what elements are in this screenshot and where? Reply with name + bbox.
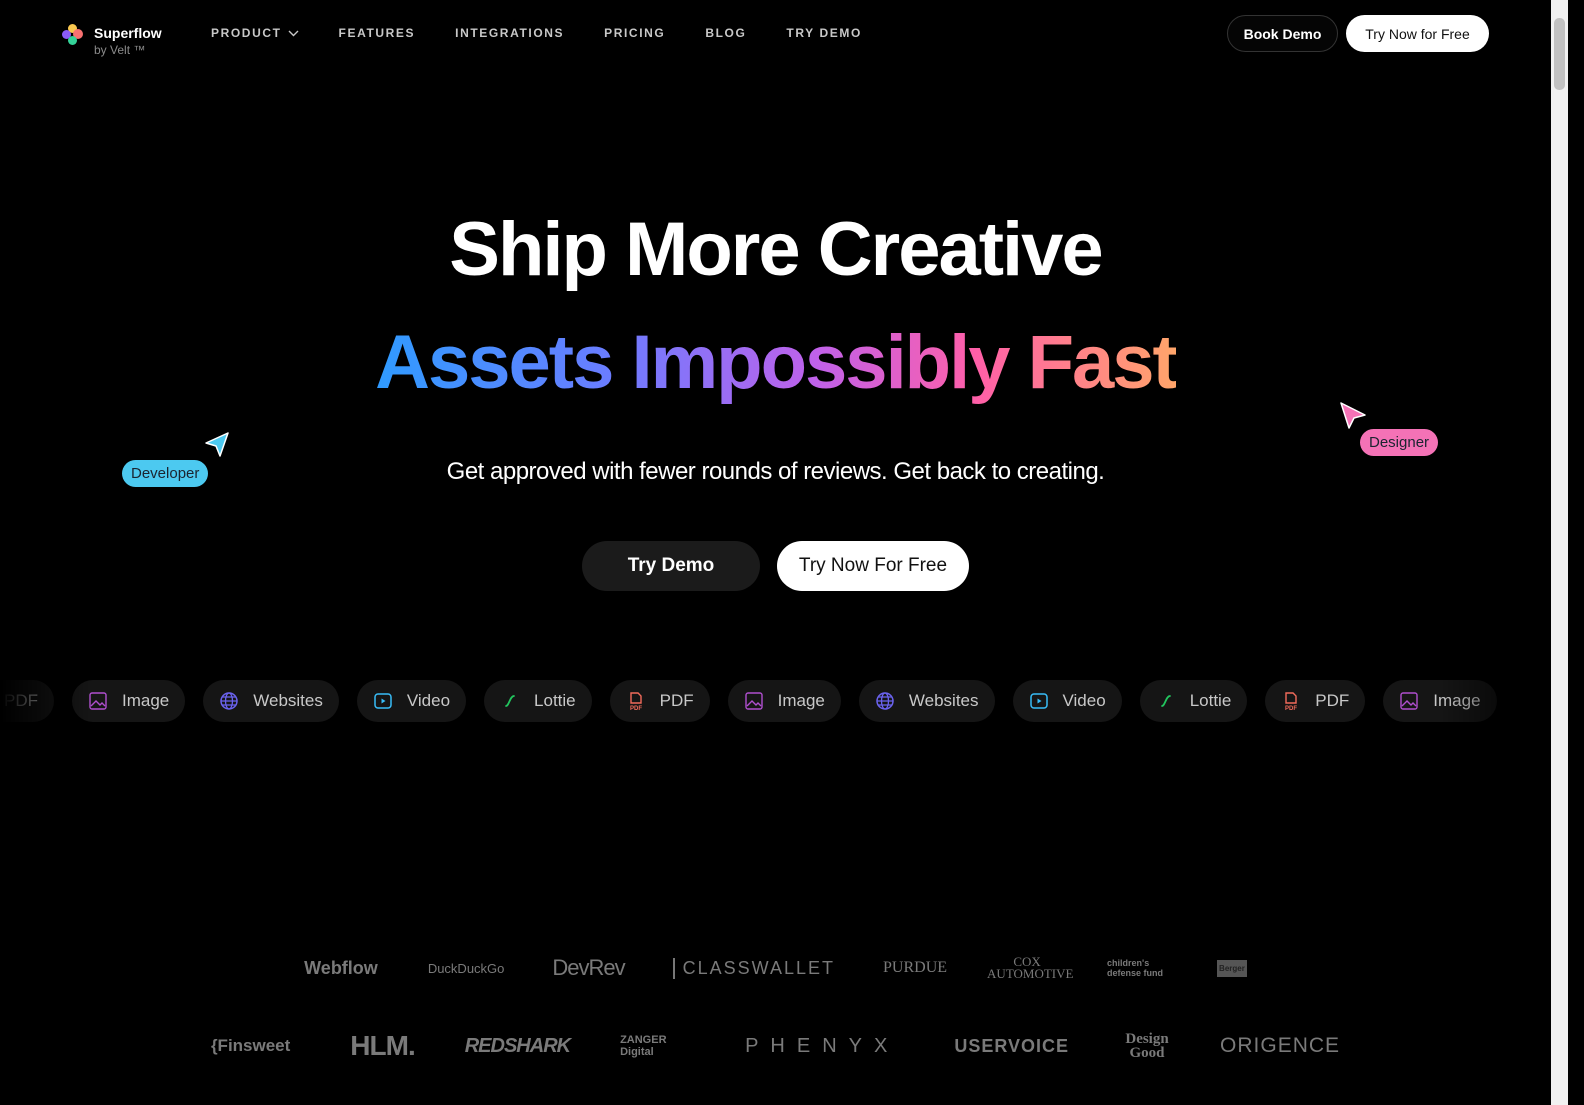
client-logo-children-s-defense-fund: children's defense fund [1107,958,1164,978]
designer-cursor-icon [1340,402,1366,429]
brand-logo[interactable]: Superflow by Velt ™ [62,24,162,58]
client-logo-classwallet: CLASSWALLET [672,957,835,979]
logos-row-1: Webflow DuckDuckGo DevRev CLASSWALLET PURDUE… [0,955,1551,981]
try-free-button[interactable]: Try Now for Free [1346,15,1489,52]
svg-text:PDF: PDF [1285,706,1297,711]
hero-title-line1: Ship More Creative [449,207,1103,292]
developer-cursor-icon [205,432,229,457]
book-demo-button[interactable]: Book Demo [1227,15,1338,52]
chevron-down-icon [288,30,299,36]
nav-product-label: PRODUCT [211,26,282,40]
lottie-icon [500,691,520,711]
chip-label: Video [406,691,451,710]
globe-icon [875,691,895,711]
asset-chip-pdf[interactable]: PDF PDF [609,680,710,722]
client-logo-redshark: REDSHARK [464,1034,571,1057]
asset-chip-lottie[interactable]: Lottie [484,680,592,722]
nav-integrations[interactable]: INTEGRATIONS [455,26,564,40]
main-menu: PRODUCT FEATURES INTEGRATIONS PRICING BL… [211,26,862,40]
chip-label: PDF [1315,691,1350,710]
brand-sub: by Velt ™ [94,43,146,57]
client-logo-zanger-digital: ZANGER Digital [620,1034,667,1058]
chip-label: Websites [253,691,323,710]
image-icon [1399,691,1419,711]
asset-chip-video[interactable]: Video [1012,680,1122,722]
client-logo-finsweet: {Finsweet [210,1036,291,1055]
nav-features[interactable]: FEATURES [339,26,416,40]
hero-title-gradient: Assets Impossibly Fast [375,320,1178,405]
page: Superflow by Velt ™ PRODUCT FEATURES INT… [0,0,1551,1105]
scrollbar-thumb[interactable] [1554,18,1565,90]
client-logo-berger: Berger [1217,959,1247,977]
play-icon [373,691,393,711]
client-logo-origence: ORIGENCE [1220,1034,1341,1057]
chip-label: Image [777,691,825,710]
asset-chip-pdf[interactable]: PDF PDF [1265,680,1366,722]
client-logo-hlm: HLM. [350,1030,415,1061]
pdf-icon: PDF [626,691,646,711]
lottie-icon [1156,691,1176,711]
asset-type-marquee: PDF PDF Image Websites Video Lottie PDF PDF Imag… [0,680,1551,724]
try-demo-button[interactable]: Try Demo [582,541,760,591]
play-icon [1029,691,1049,711]
client-logo-phenyx: PHENYX [745,1034,900,1057]
image-icon [744,691,764,711]
developer-tag: Developer [122,460,209,487]
chip-label: Lottie [1189,691,1232,710]
nav-try-demo[interactable]: TRY DEMO [786,26,861,40]
pdf-icon: PDF [1281,691,1301,711]
client-logo-duckduckgo: DuckDuckGo [427,960,505,976]
globe-icon [219,691,239,711]
chip-label: Lottie [534,691,576,710]
chip-label: Image [122,691,170,710]
client-logo-purdue: PURDUE [883,959,948,976]
chip-label: PDF [659,691,694,710]
chip-label: Video [1062,691,1106,710]
client-logo-uservoice: USERVOICE [954,1035,1070,1056]
nav-product[interactable]: PRODUCT [211,26,299,40]
client-logo-webflow: Webflow [304,957,378,978]
chip-label: Image [1433,691,1481,710]
chip-label: Websites [908,691,979,710]
client-logo-devrev: DevRev [552,955,625,980]
asset-chip-image[interactable]: Image [1383,680,1497,722]
image-icon [88,691,108,711]
svg-text:PDF: PDF [630,706,642,711]
asset-chip-pdf[interactable]: PDFPDF [0,680,54,722]
chip-label: PDF [4,691,38,710]
client-logo-cox-automotive: COX AUTOMOTIVE [987,954,1074,981]
top-nav: Superflow by Velt ™ PRODUCT FEATURES INT… [0,0,1551,70]
asset-chip-lottie[interactable]: Lottie [1139,680,1248,722]
superflow-logo-icon [62,24,84,46]
asset-chip-image[interactable]: Image [727,680,841,722]
brand-name: Superflow [94,25,162,41]
nav-blog[interactable]: BLOG [705,26,746,40]
hero-title-line2: Assets Impossibly Fast [0,318,1551,408]
asset-chip-websites[interactable]: Websites [858,680,995,722]
designer-tag: Designer [1360,429,1439,456]
asset-chip-image[interactable]: Image [72,680,186,722]
nav-pricing[interactable]: PRICING [604,26,665,40]
asset-chip-websites[interactable]: Websites [203,680,339,722]
asset-chip-video[interactable]: Video [356,680,467,722]
hero-subtitle: Get approved with fewer rounds of review… [446,458,1105,485]
scrollbar[interactable] [1551,0,1568,1105]
logos-row-2: {Finsweet HLM. REDSHARK ZANGER Digital PHENY… [0,1030,1551,1062]
client-logo-design-good: Design Good [1125,1031,1169,1061]
try-now-free-button[interactable]: Try Now For Free [777,541,969,591]
